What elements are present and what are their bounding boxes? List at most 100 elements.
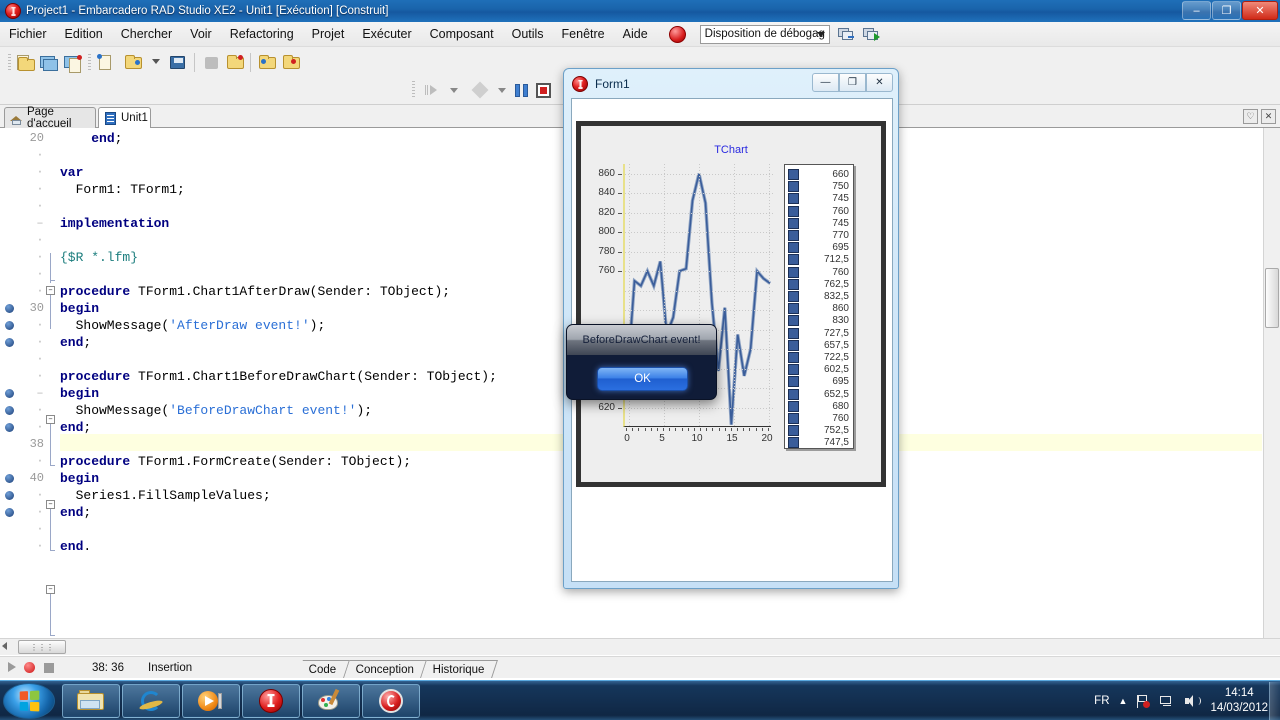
editor-horizontal-scrollbar[interactable]: ⋮⋮⋮	[0, 638, 1280, 655]
language-indicator[interactable]: FR	[1094, 695, 1109, 707]
legend-item[interactable]: 745	[788, 192, 852, 205]
layout-combo[interactable]: Disposition de débogag	[699, 24, 830, 44]
breakpoint-marker[interactable]	[5, 491, 14, 500]
open-project-icon[interactable]	[124, 53, 145, 72]
taskbar-rad-studio[interactable]	[242, 684, 300, 718]
menu-item-refactoring[interactable]: Refactoring	[221, 24, 303, 44]
tchart-component[interactable]: TChart 860840820800780760680660640620 05…	[576, 121, 886, 487]
run-status-icon[interactable]	[8, 662, 16, 672]
apply-layout-icon[interactable]	[862, 25, 880, 43]
menu-item-outils[interactable]: Outils	[503, 24, 553, 44]
legend-item[interactable]: 695	[788, 375, 852, 388]
tab-unit1[interactable]: Unit1	[98, 107, 151, 128]
legend-item[interactable]: 722,5	[788, 351, 852, 364]
legend-item[interactable]: 760	[788, 205, 852, 218]
menu-item-fichier[interactable]: Fichier	[0, 24, 56, 44]
message-dialog[interactable]: BeforeDrawChart event! OK	[566, 324, 717, 400]
breakpoint-marker[interactable]	[5, 338, 14, 347]
breakpoint-gutter[interactable]	[0, 128, 20, 638]
legend-item[interactable]: 747,5	[788, 436, 852, 449]
legend-item[interactable]: 652,5	[788, 388, 852, 401]
menu-item-projet[interactable]: Projet	[303, 24, 354, 44]
open-file-icon[interactable]	[96, 53, 117, 72]
start-button[interactable]	[3, 683, 55, 719]
legend-item[interactable]: 760	[788, 266, 852, 279]
breakpoint-marker[interactable]	[5, 304, 14, 313]
chevron-down-icon-open[interactable]	[152, 59, 160, 64]
network-icon[interactable]	[1160, 694, 1176, 708]
taskbar-windows-explorer[interactable]	[62, 684, 120, 718]
form1-minimize-button[interactable]: —	[812, 73, 839, 92]
tab-page-daccueil[interactable]: Page d'accueil	[4, 106, 96, 130]
menu-item-fenetre[interactable]: Fenêtre	[553, 24, 614, 44]
legend-item[interactable]: 770	[788, 229, 852, 242]
stop-status-icon[interactable]	[44, 663, 54, 673]
clock[interactable]: 14:14 14/03/2012	[1210, 686, 1268, 716]
fold-box-implementation[interactable]: –	[46, 286, 55, 295]
new-unit-icon[interactable]	[62, 53, 83, 73]
add-to-project-icon[interactable]	[258, 53, 279, 72]
breakpoint-marker[interactable]	[5, 423, 14, 432]
fold-box-beforedraw[interactable]: –	[46, 500, 55, 509]
minimize-button[interactable]: –	[1182, 1, 1211, 20]
favorites-icon[interactable]: ♡	[1243, 109, 1258, 124]
hscrollbar-thumb[interactable]: ⋮⋮⋮	[18, 640, 66, 654]
menu-item-executer[interactable]: Exécuter	[353, 24, 420, 44]
taskbar-paint[interactable]	[302, 684, 360, 718]
close-page-icon[interactable]: ✕	[1261, 109, 1276, 124]
legend-item[interactable]: 657,5	[788, 339, 852, 352]
legend-item[interactable]: 762,5	[788, 278, 852, 291]
legend-item[interactable]: 745	[788, 217, 852, 230]
pause-icon[interactable]	[512, 81, 533, 100]
stop-icon[interactable]	[534, 81, 555, 100]
breakpoint-icon[interactable]	[470, 81, 491, 100]
menu-item-edition[interactable]: Edition	[56, 24, 112, 44]
volume-icon[interactable]	[1185, 694, 1202, 708]
debug-status-icon[interactable]	[24, 662, 35, 673]
save-icon[interactable]	[168, 53, 189, 72]
chevron-up-icon[interactable]: ▲	[1119, 696, 1128, 706]
editor-vertical-scrollbar[interactable]	[1263, 128, 1280, 638]
menu-item-chercher[interactable]: Chercher	[112, 24, 181, 44]
legend-item[interactable]: 695	[788, 241, 852, 254]
taskbar-lazarus[interactable]	[362, 684, 420, 718]
save-layout-icon[interactable]	[837, 25, 855, 43]
new-items-icon[interactable]	[14, 53, 35, 72]
show-desktop-button[interactable]	[1269, 682, 1280, 720]
legend-item[interactable]: 602,5	[788, 363, 852, 376]
scroll-left-arrow-icon[interactable]	[2, 642, 7, 650]
maximize-button[interactable]: ❐	[1212, 1, 1241, 20]
scrollbar-thumb[interactable]	[1265, 268, 1279, 328]
run-icon[interactable]	[424, 81, 445, 100]
taskbar-internet-explorer[interactable]	[122, 684, 180, 718]
fold-box-afterdraw[interactable]: –	[46, 415, 55, 424]
chevron-down-icon-bp[interactable]	[498, 88, 506, 93]
fold-box-formcreate[interactable]: –	[46, 585, 55, 594]
legend-item[interactable]: 660	[788, 168, 852, 181]
breakpoint-marker[interactable]	[5, 406, 14, 415]
close-button[interactable]: ✕	[1242, 1, 1278, 20]
form1-close-button[interactable]: ✕	[866, 73, 893, 92]
toolbar-grip-2[interactable]	[88, 54, 91, 72]
menu-item-voir[interactable]: Voir	[181, 24, 221, 44]
chevron-down-icon-run[interactable]	[450, 88, 458, 93]
ok-button[interactable]: OK	[597, 367, 688, 391]
legend-item[interactable]: 860	[788, 302, 852, 315]
toolbar-grip[interactable]	[8, 54, 11, 72]
flag-alert-icon[interactable]	[1136, 694, 1151, 709]
breakpoint-marker[interactable]	[5, 321, 14, 330]
form1-maximize-button[interactable]: ❐	[839, 73, 866, 92]
help-globe-icon[interactable]	[668, 25, 686, 43]
new-form-icon[interactable]	[38, 53, 59, 72]
taskbar-media-player[interactable]	[182, 684, 240, 718]
tab-historique[interactable]: Historique	[420, 660, 498, 678]
remove-from-project-icon[interactable]	[282, 53, 303, 72]
legend-item[interactable]: 727,5	[788, 327, 852, 340]
legend-item[interactable]: 832,5	[788, 290, 852, 303]
legend-item[interactable]: 752,5	[788, 424, 852, 437]
legend-item[interactable]: 712,5	[788, 253, 852, 266]
debug-toolbar-grip[interactable]	[412, 81, 415, 99]
menu-item-aide[interactable]: Aide	[614, 24, 657, 44]
legend-item[interactable]: 760	[788, 412, 852, 425]
code-folding-gutter[interactable]	[46, 128, 60, 638]
